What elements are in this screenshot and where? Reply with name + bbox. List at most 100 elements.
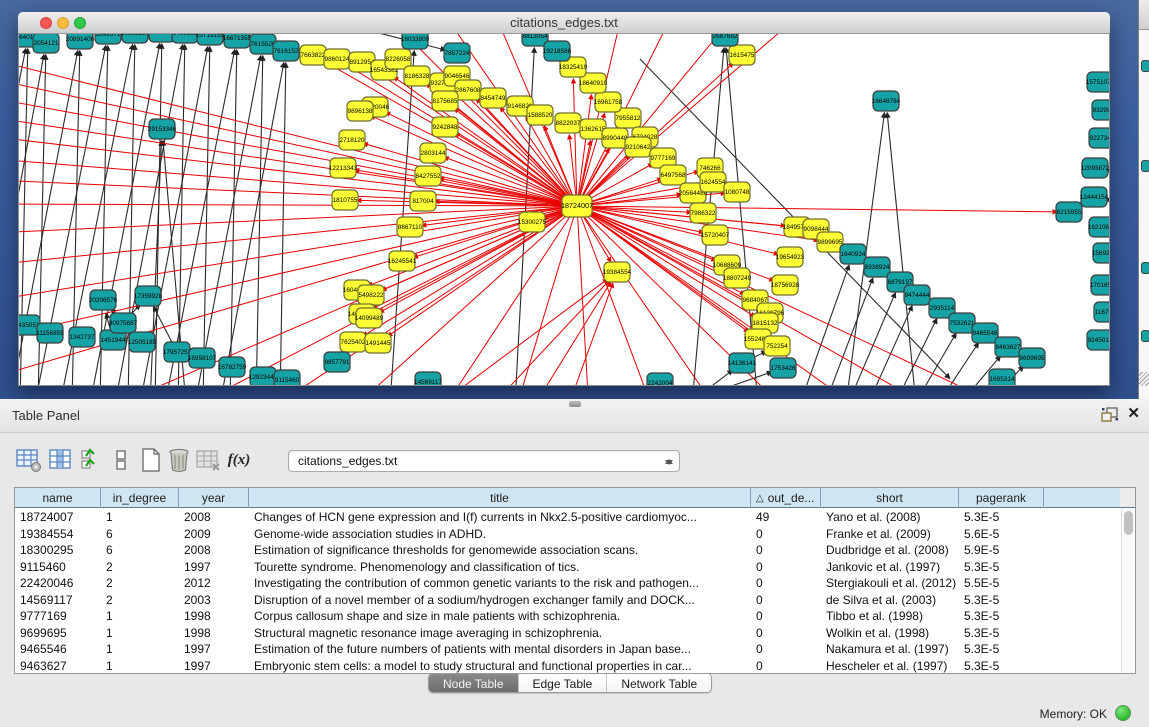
graph-node[interactable]: 20891406	[66, 34, 95, 49]
graph-node[interactable]: 8175685	[432, 91, 458, 111]
column-header-in_degree[interactable]: in_degree	[101, 488, 179, 508]
table-row[interactable]: 977716911998Corpus callosum shape and si…	[15, 608, 1120, 625]
column-header-name[interactable]: name	[15, 488, 101, 508]
graph-node[interactable]: 1640934	[840, 244, 866, 264]
table-select-dropdown[interactable]: citations_edges.txt	[288, 450, 680, 472]
graph-node[interactable]: 2687682	[712, 34, 738, 46]
network-graph[interactable]: 1640125205412120891406184937110655287152…	[19, 34, 1109, 385]
graph-node[interactable]: 817004	[410, 191, 436, 211]
graph-node[interactable]: 14099489	[355, 308, 384, 328]
graph-node[interactable]: 16782759	[218, 357, 247, 377]
scrollbar-thumb[interactable]	[1124, 511, 1133, 535]
new-table-icon[interactable]	[138, 447, 164, 473]
graph-node[interactable]: 1810755	[332, 190, 358, 210]
graph-node[interactable]: 9115460	[274, 370, 300, 385]
network-canvas[interactable]: 1640125205412120891406184937110655287152…	[18, 34, 1110, 386]
graph-node[interactable]: 7625402	[340, 332, 366, 352]
table-row[interactable]: 1830029562008Estimation of significance …	[15, 542, 1120, 559]
graph-node[interactable]: 16958107	[188, 348, 217, 368]
graph-node[interactable]: 5498222	[358, 285, 384, 305]
graph-node[interactable]: 19654923	[776, 247, 805, 267]
tab-network-table[interactable]: Network Table	[607, 674, 711, 693]
graph-node[interactable]: 9860124	[324, 49, 350, 69]
rows-icon[interactable]	[108, 447, 134, 473]
graph-node[interactable]: 7532621	[949, 313, 975, 333]
graph-node[interactable]: 2803144	[420, 143, 446, 163]
graph-node[interactable]: 8867110	[397, 217, 423, 237]
graph-node[interactable]: 9857791	[324, 352, 350, 372]
tab-edge-table[interactable]: Edge Table	[519, 674, 608, 693]
graph-node[interactable]: 6466161	[172, 34, 198, 43]
column-header-pagerank[interactable]: pagerank	[959, 488, 1044, 508]
graph-node[interactable]: 1080748	[724, 182, 750, 202]
graph-node[interactable]: 752254	[764, 336, 790, 356]
graph-node[interactable]: 6497568	[660, 165, 686, 185]
graph-node[interactable]: 16245541	[388, 251, 417, 271]
graph-node[interactable]: 9463627	[995, 337, 1021, 357]
close-panel-icon[interactable]: ✕	[1127, 405, 1140, 423]
graph-node[interactable]: 7663822	[300, 45, 326, 65]
column-header-short[interactable]: short	[821, 488, 959, 508]
column-header-out_de[interactable]: △out_de...	[751, 488, 821, 508]
graph-node[interactable]: 16671355	[223, 34, 252, 48]
delete-trash-icon[interactable]	[166, 447, 192, 473]
table-row[interactable]: 1938455462009Genome-wide association stu…	[15, 526, 1120, 543]
graph-node[interactable]: 1615475	[729, 45, 755, 65]
select-rows-icon[interactable]	[80, 447, 106, 473]
table-row[interactable]: 946362711997Embryonic stem cells: a mode…	[15, 658, 1120, 675]
resize-grip-icon[interactable]	[1139, 372, 1149, 386]
graph-node[interactable]: 8427552	[415, 166, 441, 186]
graph-node[interactable]: 1491445	[365, 333, 391, 353]
column-header-title[interactable]: title	[249, 488, 751, 508]
graph-hub-node[interactable]: 18724007	[561, 195, 593, 217]
graph-node[interactable]: 1588520	[527, 105, 553, 125]
graph-node[interactable]: 2054121	[33, 34, 59, 53]
graph-node[interactable]: 12213343	[329, 158, 358, 178]
graph-node[interactable]: 14136141	[728, 353, 757, 373]
graph-node[interactable]: 11156859	[36, 323, 64, 343]
graph-node[interactable]: 9227343	[1089, 128, 1109, 148]
tab-node-table[interactable]: Node Table	[429, 674, 519, 693]
graph-node[interactable]: 29153346	[148, 119, 177, 139]
graph-node[interactable]: 1753426	[770, 358, 796, 378]
graph-node[interactable]: 9329966	[1092, 100, 1109, 120]
graph-node[interactable]: 7857224	[444, 43, 470, 63]
graph-node[interactable]: 8186328	[404, 66, 430, 86]
graph-node[interactable]: 8990448	[602, 128, 628, 148]
graph-node[interactable]: 15720407	[701, 225, 730, 245]
graph-node[interactable]: 2867608	[455, 80, 481, 100]
table-row[interactable]: 1456911722003Disruption of a novel membe…	[15, 592, 1120, 609]
graph-node[interactable]: 9210642	[625, 137, 651, 157]
function-builder-icon[interactable]: f(x)	[226, 447, 252, 473]
graph-node[interactable]: 14569117	[414, 372, 442, 385]
graph-node[interactable]: 17359928	[134, 286, 163, 306]
graph-node[interactable]: 9699695	[1019, 348, 1045, 368]
graph-node[interactable]: 1849371	[95, 34, 121, 44]
graph-node[interactable]: 17016504	[1090, 275, 1109, 295]
graph-node[interactable]: 8938924	[864, 257, 890, 277]
table-settings-icon[interactable]	[16, 447, 42, 473]
table-row[interactable]: 946554611997Estimation of the future num…	[15, 641, 1120, 658]
graph-node[interactable]: 10719155	[196, 34, 225, 45]
table-row[interactable]: 2242004622012Investigating the contribut…	[15, 575, 1120, 592]
graph-node[interactable]: 2718120	[339, 130, 365, 150]
graph-node[interactable]: 16210643	[1088, 217, 1109, 237]
graph-node[interactable]: 30975887	[109, 313, 138, 333]
graph-node[interactable]: 2242004	[647, 373, 673, 385]
graph-node[interactable]: 15751074	[1086, 72, 1109, 92]
graph-node[interactable]: 9242848	[432, 117, 458, 137]
vertical-scrollbar[interactable]	[1121, 509, 1134, 673]
table-row[interactable]: 1872400712008Changes of HCN gene express…	[15, 509, 1120, 526]
graph-node[interactable]: 15300275	[518, 212, 547, 232]
graph-node[interactable]: 18807249	[723, 268, 752, 288]
graph-node[interactable]: 8822037	[555, 113, 581, 133]
graph-node[interactable]: 19384554	[603, 262, 632, 282]
network-window-titlebar[interactable]: citations_edges.txt	[18, 12, 1110, 34]
graph-node[interactable]: 8454749	[480, 88, 506, 108]
graph-node[interactable]: 1342737	[69, 327, 95, 347]
graph-node[interactable]: 9245012	[1087, 330, 1109, 350]
graph-node[interactable]: 9474444	[904, 285, 930, 305]
graph-node[interactable]: 8215955	[1056, 202, 1082, 222]
graph-node[interactable]: 18756928	[771, 275, 800, 295]
graph-node[interactable]: 7615526	[250, 34, 276, 54]
